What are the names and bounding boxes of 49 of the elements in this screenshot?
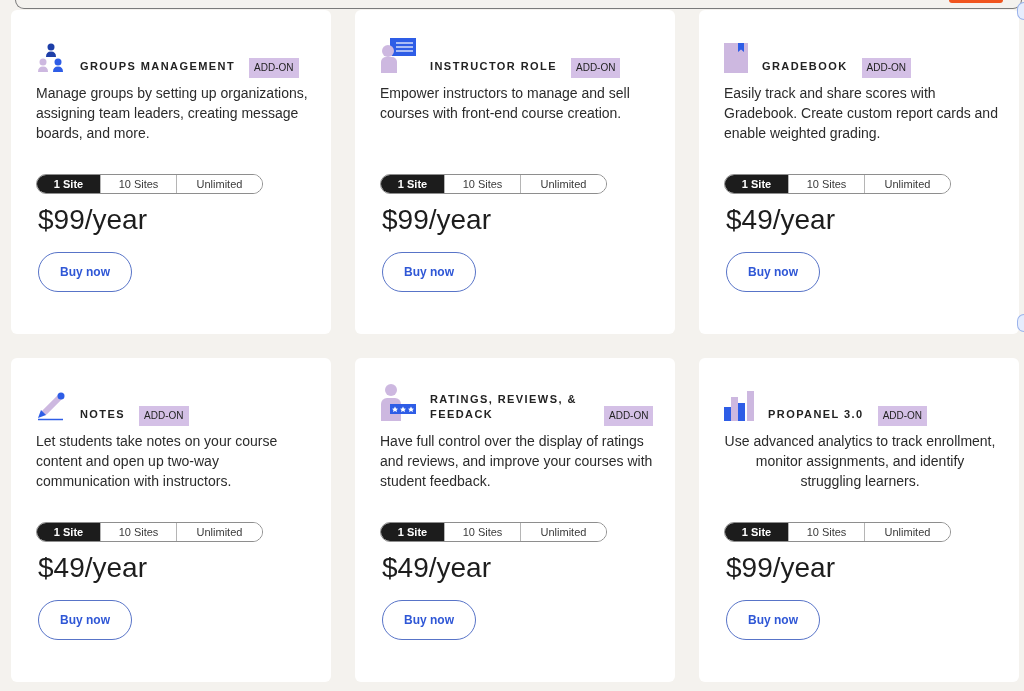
site-option[interactable]: Unlimited xyxy=(864,175,950,193)
site-option[interactable]: 1 Site xyxy=(725,523,788,541)
person-board-icon xyxy=(380,38,416,73)
action-button[interactable] xyxy=(949,0,1003,3)
product-title: PROPANEL 3.0 xyxy=(768,407,864,422)
buy-now-button[interactable]: Buy now xyxy=(726,600,820,640)
product-description: Easily track and share scores with Gradebook. Create custom report cards and enable weighted grading. xyxy=(724,84,999,143)
product-title: INSTRUCTOR ROLE xyxy=(430,59,557,74)
product-title: GROUPS MANAGEMENT xyxy=(80,59,236,74)
price: $49/year xyxy=(381,552,491,584)
site-option[interactable]: 1 Site xyxy=(37,523,100,541)
add-on-tag: ADD-ON xyxy=(249,58,299,78)
add-on-tag: ADD-ON xyxy=(604,406,654,426)
buy-now-button[interactable]: Buy now xyxy=(382,252,476,292)
site-option[interactable]: Unlimited xyxy=(520,175,606,193)
price: $49/year xyxy=(37,552,147,584)
product-description: Use advanced analytics to track enrollment, monitor assignments, and identify struggling learners. xyxy=(724,432,996,491)
site-option[interactable]: 1 Site xyxy=(381,523,444,541)
add-on-tag: ADD-ON xyxy=(571,58,621,78)
price: $99/year xyxy=(381,204,491,236)
buy-now-button[interactable]: Buy now xyxy=(38,600,132,640)
buy-now-button[interactable]: Buy now xyxy=(382,600,476,640)
product-title: RATINGS, REVIEWS, & FEEDACK xyxy=(430,392,578,422)
book-icon xyxy=(724,43,748,73)
add-on-tag: ADD-ON xyxy=(877,406,928,426)
product-description: Manage groups by setting up organizations, assigning team leaders, creating message boards, and more. xyxy=(36,84,309,143)
add-on-tag: ADD-ON xyxy=(139,406,189,426)
product-description: Let students take notes on your course content and open up two-way communication with instructors. xyxy=(36,432,279,491)
bar-chart-icon xyxy=(724,391,754,421)
buy-now-button[interactable]: Buy now xyxy=(726,252,820,292)
product-title: NOTES xyxy=(80,407,126,422)
site-option[interactable]: 1 Site xyxy=(37,175,100,193)
price: $99/year xyxy=(725,552,835,584)
site-option[interactable]: Unlimited xyxy=(176,175,262,193)
add-on-tag: ADD-ON xyxy=(861,58,912,78)
site-option[interactable]: Unlimited xyxy=(864,523,950,541)
pencil-icon xyxy=(36,391,66,421)
product-title: GRADEBOOK xyxy=(762,59,848,74)
people-group-icon xyxy=(36,43,66,73)
site-option[interactable]: 1 Site xyxy=(381,175,444,193)
product-description: Have full control over the display of ratings and reviews, and improve your courses with student feedback. xyxy=(380,432,654,491)
price: $99/year xyxy=(37,204,147,236)
price: $49/year xyxy=(725,204,835,236)
buy-now-button[interactable]: Buy now xyxy=(38,252,132,292)
product-description: Empower instructors to manage and sell courses with front-end course creation. xyxy=(380,84,631,123)
site-option[interactable]: Unlimited xyxy=(176,523,262,541)
person-stars-icon xyxy=(380,384,416,421)
site-option[interactable]: Unlimited xyxy=(520,523,606,541)
site-option[interactable]: 1 Site xyxy=(725,175,788,193)
